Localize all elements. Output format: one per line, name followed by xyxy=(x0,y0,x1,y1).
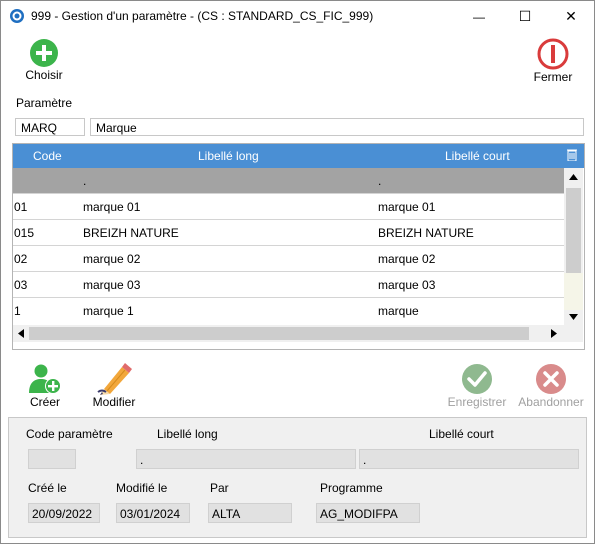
table-row[interactable]: 1 marque 1 marque xyxy=(13,298,564,323)
save-button[interactable]: Enregistrer xyxy=(443,363,511,409)
scroll-left-icon[interactable] xyxy=(18,329,24,338)
cell-code: 015 xyxy=(14,226,35,240)
table-row-selected[interactable]: . . xyxy=(13,168,564,194)
column-header-short[interactable]: Libellé court xyxy=(445,149,510,163)
cell-code: 01 xyxy=(14,200,28,214)
modified-value: 03/01/2024 xyxy=(120,507,181,521)
program-value: AG_MODIFPA xyxy=(320,507,398,521)
cell-short: BREIZH NATURE xyxy=(378,226,474,240)
detail-long-label: Libellé long xyxy=(157,427,218,441)
cell-long: marque 03 xyxy=(83,278,141,292)
detail-short-field[interactable]: . xyxy=(359,449,579,469)
vertical-scroll-thumb[interactable] xyxy=(566,188,581,273)
cell-short: marque 01 xyxy=(378,200,436,214)
choose-label: Choisir xyxy=(25,68,63,82)
detail-short-label: Libellé court xyxy=(429,427,494,441)
cell-short: marque 02 xyxy=(378,252,436,266)
column-settings-icon[interactable] xyxy=(567,149,577,161)
scroll-corner xyxy=(564,325,583,342)
cell-short: marque 03 xyxy=(378,278,436,292)
cancel-circle-icon xyxy=(536,364,566,394)
detail-panel: Code paramètre Libellé long Libellé cour… xyxy=(8,417,587,538)
horizontal-scroll-thumb[interactable] xyxy=(29,327,529,340)
created-field: 20/09/2022 xyxy=(28,503,100,523)
horizontal-scrollbar[interactable] xyxy=(13,325,564,342)
by-field: ALTA xyxy=(208,503,292,523)
close-button[interactable]: Fermer xyxy=(528,38,578,84)
parametre-libelle-value: Marque xyxy=(96,121,137,135)
plus-circle-icon xyxy=(30,39,58,67)
column-header-code[interactable]: Code xyxy=(33,149,62,163)
window-title: 999 - Gestion d'un paramètre - (CS : STA… xyxy=(31,9,374,23)
create-button[interactable]: Créer xyxy=(23,363,67,409)
scroll-down-icon[interactable] xyxy=(569,314,578,320)
detail-long-field[interactable]: . xyxy=(136,449,356,469)
created-label: Créé le xyxy=(28,481,67,495)
check-circle-icon xyxy=(462,364,492,394)
scroll-right-icon[interactable] xyxy=(551,329,557,338)
modified-label: Modifié le xyxy=(116,481,168,495)
add-user-icon xyxy=(29,364,61,394)
main-window: 999 - Gestion d'un paramètre - (CS : STA… xyxy=(0,0,595,544)
app-icon xyxy=(10,9,24,23)
minimize-icon: — xyxy=(473,10,485,24)
created-value: 20/09/2022 xyxy=(32,507,93,521)
parametre-libelle-field: Marque xyxy=(90,118,584,136)
table-row[interactable]: 01 marque 01 marque 01 xyxy=(13,194,564,220)
detail-code-field[interactable] xyxy=(28,449,76,469)
cell-short: marque xyxy=(378,304,419,318)
cell-long: marque 1 xyxy=(83,304,134,318)
column-header-long[interactable]: Libellé long xyxy=(198,149,259,163)
parametre-label: Paramètre xyxy=(16,96,73,110)
vertical-scroll-track xyxy=(564,273,583,310)
abandon-label: Abandonner xyxy=(518,395,584,409)
close-label: Fermer xyxy=(533,70,573,84)
abandon-button[interactable]: Abandonner xyxy=(515,363,587,409)
modify-button[interactable]: Modifier xyxy=(89,361,139,409)
table-row[interactable]: 02 marque 02 marque 02 xyxy=(13,246,564,272)
detail-code-label: Code paramètre xyxy=(26,427,113,441)
cell-long: BREIZH NATURE xyxy=(83,226,179,240)
cell-code: 03 xyxy=(14,278,28,292)
cell-code: 02 xyxy=(14,252,28,266)
close-window-button[interactable]: ✕ xyxy=(548,1,594,32)
detail-short-value: . xyxy=(363,453,367,467)
create-label: Créer xyxy=(29,395,60,409)
modify-label: Modifier xyxy=(92,395,136,409)
by-label: Par xyxy=(210,481,229,495)
table-row[interactable]: 015 BREIZH NATURE BREIZH NATURE xyxy=(13,220,564,246)
pencil-icon xyxy=(97,363,132,395)
cell-code: 1 xyxy=(14,304,21,318)
save-label: Enregistrer xyxy=(447,395,507,409)
detail-long-value: . xyxy=(140,453,144,467)
table-row[interactable]: 03 marque 03 marque 03 xyxy=(13,272,564,298)
cell-long: marque 02 xyxy=(83,252,141,266)
program-field: AG_MODIFPA xyxy=(316,503,420,523)
cell-short: . xyxy=(378,174,382,188)
maximize-button[interactable]: ☐ xyxy=(502,1,548,32)
cell-long: marque 01 xyxy=(83,200,141,214)
modified-field: 03/01/2024 xyxy=(116,503,190,523)
program-label: Programme xyxy=(320,481,383,495)
scroll-up-icon[interactable] xyxy=(569,174,578,180)
power-icon xyxy=(537,38,569,70)
grid-header: Code Libellé long Libellé court xyxy=(13,144,584,168)
close-icon: ✕ xyxy=(565,8,577,24)
maximize-icon: ☐ xyxy=(518,8,532,24)
cell-long: . xyxy=(83,174,87,188)
parametre-grid[interactable]: Code Libellé long Libellé court . . 01 m… xyxy=(12,143,585,350)
by-value: ALTA xyxy=(212,507,241,521)
choose-button[interactable]: Choisir xyxy=(21,38,67,82)
title-bar: 999 - Gestion d'un paramètre - (CS : STA… xyxy=(1,1,594,32)
parametre-code-value: MARQ xyxy=(21,121,57,135)
vertical-scrollbar[interactable] xyxy=(564,168,583,325)
parametre-code-field: MARQ xyxy=(15,118,85,136)
minimize-button[interactable]: — xyxy=(456,1,502,32)
